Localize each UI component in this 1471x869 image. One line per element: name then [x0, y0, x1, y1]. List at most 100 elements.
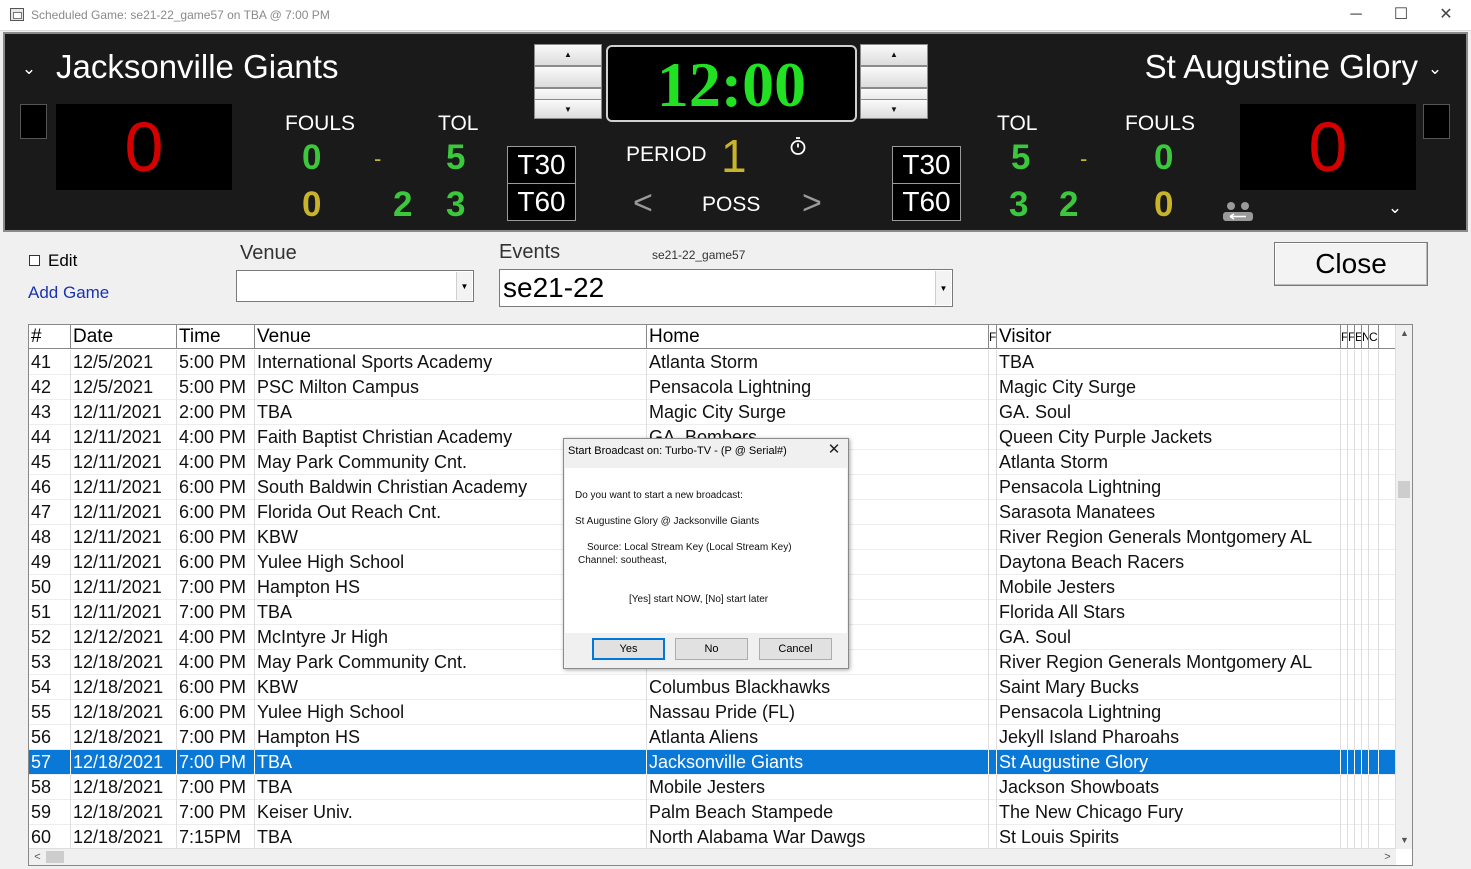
game-clock[interactable]: 12:00	[606, 45, 857, 122]
column-header-f1[interactable]: F	[1341, 325, 1348, 349]
column-header-time[interactable]: Time	[177, 325, 255, 349]
period-value[interactable]: 1	[721, 129, 747, 183]
table-row-selected[interactable]: 57 12/18/2021 7:00 PM TBA Jacksonville Giant…	[29, 750, 1396, 775]
visitor-team-chevron-down-icon[interactable]: ⌄	[1425, 59, 1445, 79]
cell-flag	[1341, 375, 1348, 400]
column-header-e[interactable]: E	[1355, 325, 1362, 349]
close-window-button[interactable]: ✕	[1423, 0, 1469, 31]
visitor-timeout-30-value[interactable]: 3	[1009, 185, 1028, 225]
home-team-name[interactable]: Jacksonville Giants	[56, 48, 338, 86]
maximize-button[interactable]: ☐	[1378, 0, 1424, 31]
column-header-visitor[interactable]: Visitor	[997, 325, 1341, 349]
vertical-scrollbar[interactable]: ▲ ▼	[1395, 325, 1412, 849]
cell-date: 12/11/2021	[71, 425, 177, 450]
table-row[interactable]: 58 12/18/2021 7:00 PM TBA Mobile Jesters Jack…	[29, 775, 1396, 800]
scroll-left-icon[interactable]: <	[29, 849, 46, 865]
column-header-c[interactable]: C	[1369, 325, 1379, 349]
home-bonus-value[interactable]: 0	[302, 185, 321, 225]
cell-flag	[989, 650, 997, 675]
clock-left-middle-button[interactable]	[534, 66, 602, 88]
visitor-possession-indicator[interactable]	[1423, 104, 1450, 139]
dialog-cancel-button[interactable]: Cancel	[759, 638, 832, 660]
column-header-f2[interactable]: F	[1348, 325, 1355, 349]
home-team-chevron-down-icon[interactable]: ⌄	[19, 59, 39, 79]
table-row[interactable]: 42 12/5/2021 5:00 PM PSC Milton Campus Pensa…	[29, 375, 1396, 400]
dialog-title: Start Broadcast on: Turbo-TV - (P @ Seri…	[568, 445, 787, 457]
home-t30-button[interactable]: T30	[507, 146, 576, 184]
cell-date: 12/11/2021	[71, 575, 177, 600]
minimize-button[interactable]: ─	[1333, 0, 1379, 31]
cell-home: Atlanta Aliens	[647, 725, 989, 750]
stopwatch-icon[interactable]	[789, 136, 807, 156]
dialog-hint: [Yes] start NOW, [No] start later	[629, 594, 769, 605]
cell-visitor: Jekyll Island Pharoahs	[997, 725, 1341, 750]
column-header-home[interactable]: Home	[647, 325, 989, 349]
visitor-bonus-value[interactable]: 0	[1154, 185, 1173, 225]
swap-teams-icon[interactable]	[1221, 200, 1255, 222]
table-row[interactable]: 56 12/18/2021 7:00 PM Hampton HS Atlanta Ali…	[29, 725, 1396, 750]
edit-label[interactable]: Edit	[48, 251, 77, 271]
column-header-number[interactable]: #	[29, 325, 71, 349]
clock-right-up-button[interactable]: ▲	[860, 44, 928, 66]
cell-time: 6:00 PM	[177, 675, 255, 700]
events-dropdown[interactable]: se21-22 ▼	[499, 269, 953, 307]
visitor-score[interactable]: 0	[1240, 104, 1416, 190]
table-row[interactable]: 55 12/18/2021 6:00 PM Yulee High School Nass…	[29, 700, 1396, 725]
close-button[interactable]: Close	[1274, 242, 1428, 286]
cell-flag	[1362, 600, 1369, 625]
events-dropdown-arrow-icon[interactable]: ▼	[935, 271, 951, 305]
cell-flag	[1341, 650, 1348, 675]
clock-right-down-button[interactable]: ▼	[860, 99, 928, 119]
table-row[interactable]: 60 12/18/2021 7:15PM TBA North Alabama War D…	[29, 825, 1396, 850]
visitor-tol-value[interactable]: 5	[1011, 138, 1030, 178]
column-header-venue[interactable]: Venue	[255, 325, 647, 349]
home-score[interactable]: 0	[56, 104, 232, 190]
venue-dropdown[interactable]: ▼	[236, 270, 474, 302]
table-row[interactable]: 59 12/18/2021 7:00 PM Keiser Univ. Palm Beac…	[29, 800, 1396, 825]
home-fouls-value[interactable]: 0	[302, 138, 321, 178]
visitor-t30-button[interactable]: T30	[892, 146, 961, 184]
table-row[interactable]: 43 12/11/2021 2:00 PM TBA Magic City Surge GA…	[29, 400, 1396, 425]
scroll-down-icon[interactable]: ▼	[1396, 832, 1412, 849]
cell-time: 7:00 PM	[177, 750, 255, 775]
possession-right-arrow[interactable]: >	[802, 184, 822, 223]
possession-left-arrow[interactable]: <	[633, 184, 653, 223]
venue-dropdown-arrow-icon[interactable]: ▼	[456, 272, 472, 300]
table-row[interactable]: 41 12/5/2021 5:00 PM International Sports A…	[29, 350, 1396, 375]
cell-flag	[1355, 425, 1362, 450]
cell-flag	[1348, 500, 1355, 525]
cell-flag	[1348, 675, 1355, 700]
column-header-date[interactable]: Date	[71, 325, 177, 349]
dialog-yes-button[interactable]: Yes	[592, 638, 665, 660]
cell-flag	[1348, 350, 1355, 375]
dialog-close-icon[interactable]: ✕	[826, 442, 842, 458]
clock-left-up-button[interactable]: ▲	[534, 44, 602, 66]
scroll-right-icon[interactable]: >	[1379, 849, 1396, 865]
home-tol-value[interactable]: 5	[446, 138, 465, 178]
home-timeout-30-value[interactable]: 2	[393, 185, 412, 225]
scoreboard-options-chevron-down-icon[interactable]: ⌄	[1385, 198, 1405, 218]
clock-left-down-button[interactable]: ▼	[534, 99, 602, 119]
cell-n: 54	[29, 675, 71, 700]
dialog-no-button[interactable]: No	[675, 638, 748, 660]
add-game-link[interactable]: Add Game	[28, 283, 109, 303]
horizontal-scrollbar[interactable]: < >	[29, 848, 1396, 865]
cell-flag	[1369, 800, 1379, 825]
table-row[interactable]: 54 12/18/2021 6:00 PM KBW Columbus Blackhawk…	[29, 675, 1396, 700]
visitor-fouls-value[interactable]: 0	[1154, 138, 1173, 178]
horizontal-scroll-thumb[interactable]	[46, 851, 64, 863]
edit-checkbox[interactable]	[29, 255, 40, 266]
column-header-home-flag[interactable]: F	[989, 325, 997, 349]
home-timeout-60-value[interactable]: 3	[446, 185, 465, 225]
clock-right-middle-button[interactable]	[860, 66, 928, 88]
column-header-n[interactable]: N	[1362, 325, 1369, 349]
cell-home: North Alabama War Dawgs	[647, 825, 989, 850]
visitor-team-name[interactable]: St Augustine Glory	[1145, 48, 1418, 86]
visitor-timeout-60-value[interactable]: 2	[1059, 185, 1078, 225]
home-t60-button[interactable]: T60	[507, 183, 576, 221]
home-possession-indicator[interactable]	[20, 104, 47, 139]
visitor-t60-button[interactable]: T60	[892, 183, 961, 221]
vertical-scroll-thumb[interactable]	[1398, 481, 1410, 498]
cell-date: 12/18/2021	[71, 800, 177, 825]
scroll-up-icon[interactable]: ▲	[1396, 325, 1412, 342]
